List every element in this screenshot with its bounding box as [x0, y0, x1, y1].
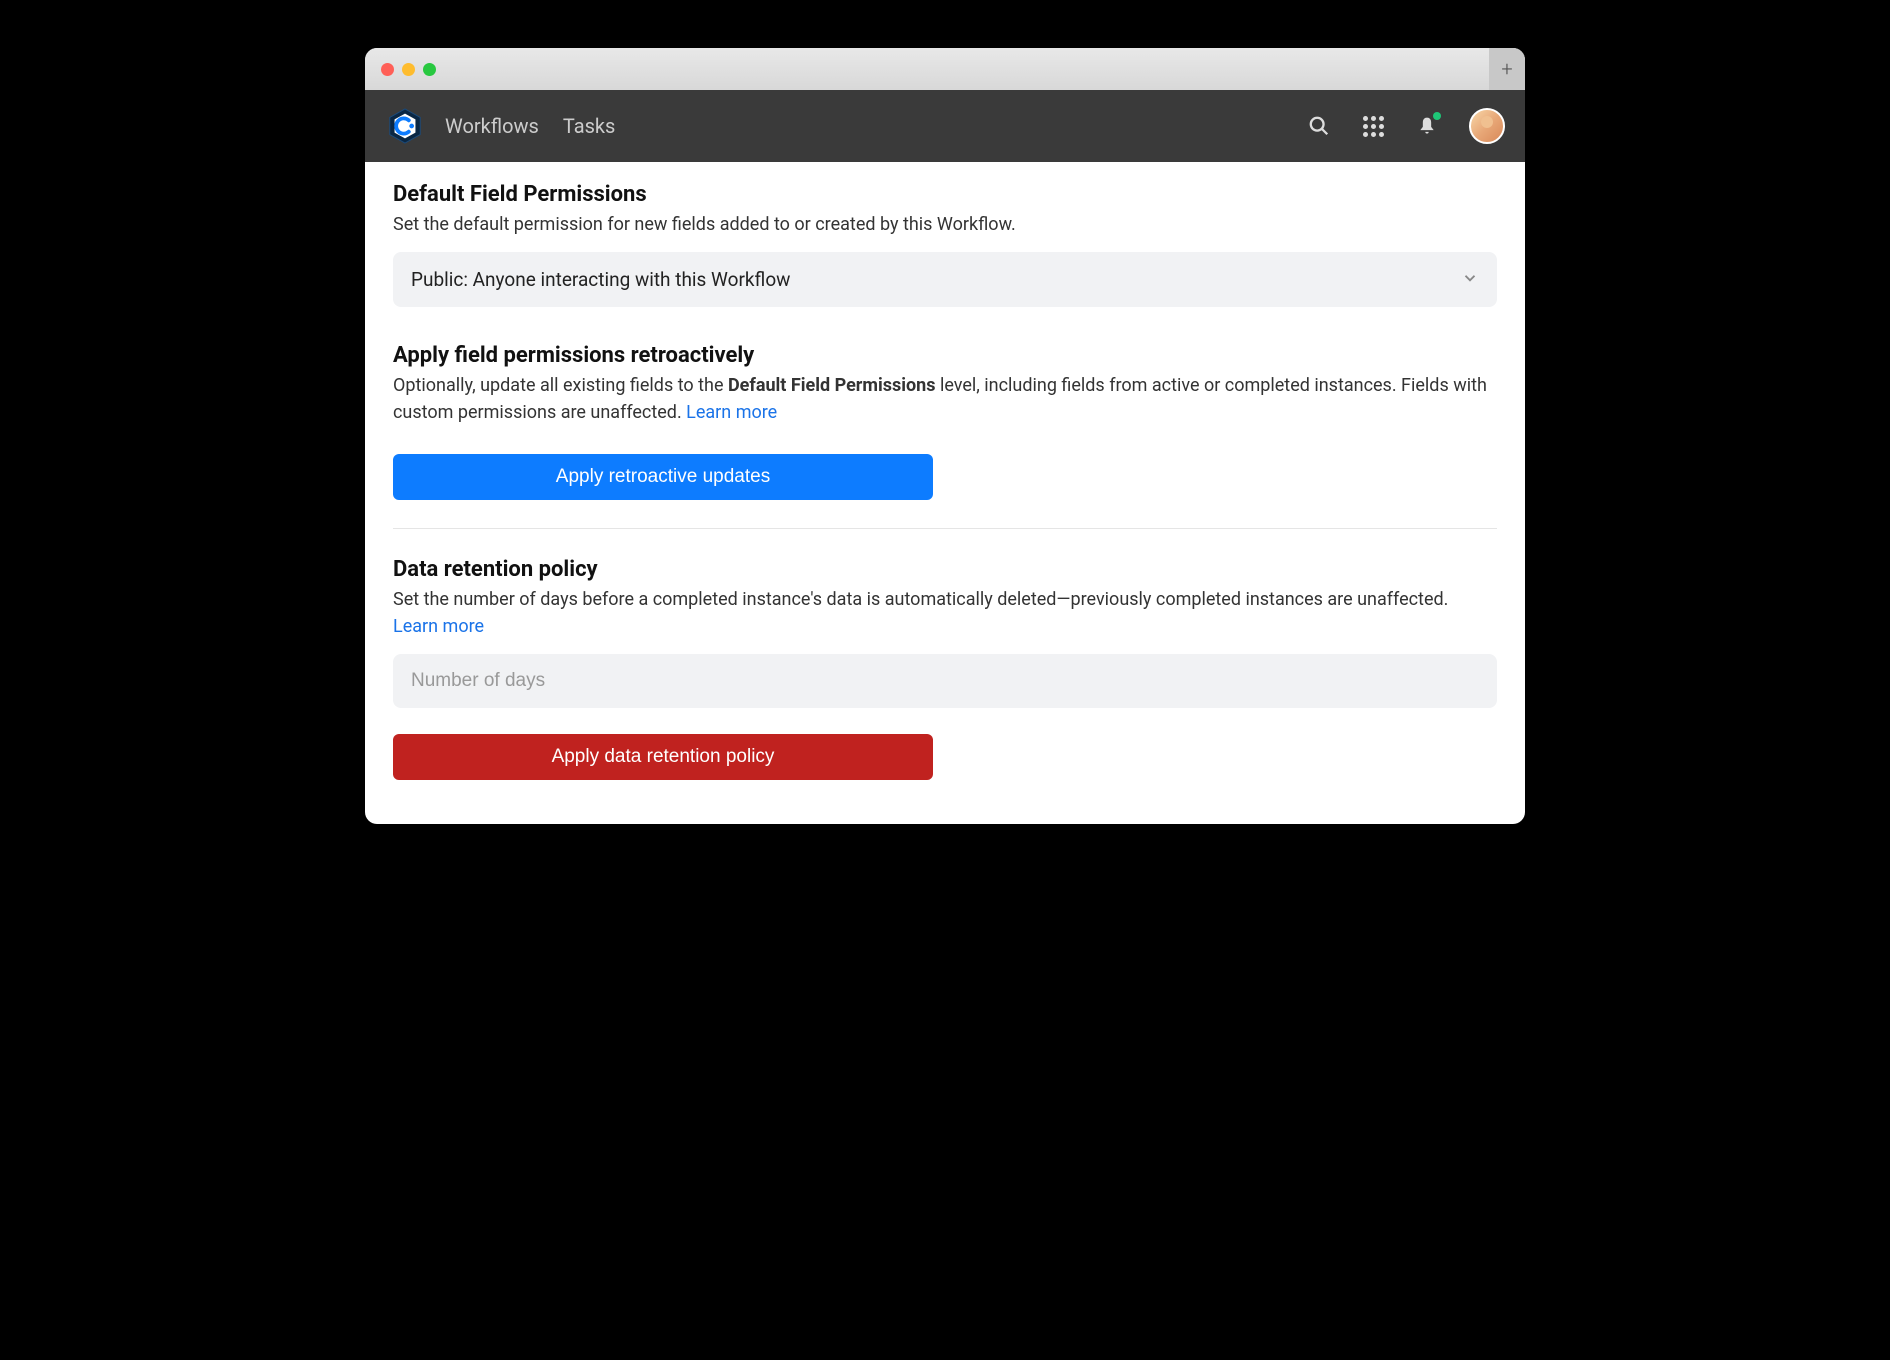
search-icon[interactable] — [1307, 114, 1331, 138]
nav-workflows[interactable]: Workflows — [445, 114, 539, 138]
data-retention-desc: Set the number of days before a complete… — [393, 586, 1497, 640]
window-titlebar: + — [365, 48, 1525, 90]
apply-retroactive-button[interactable]: Apply retroactive updates — [393, 454, 933, 500]
data-retention-title: Data retention policy — [393, 557, 1497, 582]
permissions-dropdown[interactable]: Public: Anyone interacting with this Wor… — [393, 252, 1497, 307]
nav-tasks[interactable]: Tasks — [563, 114, 616, 138]
retention-days-input[interactable] — [393, 654, 1497, 708]
apply-retro-title: Apply field permissions retroactively — [393, 343, 1497, 368]
window-maximize-button[interactable] — [423, 63, 436, 76]
main-content: Default Field Permissions Set the defaul… — [365, 162, 1525, 824]
default-permissions-desc: Set the default permission for new field… — [393, 211, 1497, 238]
apps-grid-icon[interactable] — [1361, 114, 1385, 138]
apply-retention-button[interactable]: Apply data retention policy — [393, 734, 933, 780]
notification-badge — [1433, 112, 1441, 120]
app-window: + Workflows Tasks — [365, 48, 1525, 824]
apply-retro-learn-more-link[interactable]: Learn more — [686, 402, 777, 423]
chevron-down-icon — [1461, 269, 1479, 291]
default-permissions-title: Default Field Permissions — [393, 182, 1497, 207]
apply-retro-desc-prefix: Optionally, update all existing fields t… — [393, 375, 728, 396]
header-icons — [1307, 108, 1505, 144]
avatar[interactable] — [1469, 108, 1505, 144]
data-retention-desc-text: Set the number of days before a complete… — [393, 589, 1448, 610]
app-header: Workflows Tasks — [365, 90, 1525, 162]
notifications-icon[interactable] — [1415, 114, 1439, 138]
nav-links: Workflows Tasks — [445, 114, 615, 138]
permissions-dropdown-value: Public: Anyone interacting with this Wor… — [411, 268, 790, 291]
apply-retro-section: Apply field permissions retroactively Op… — [393, 343, 1497, 500]
default-permissions-section: Default Field Permissions Set the defaul… — [393, 182, 1497, 307]
traffic-lights — [381, 63, 436, 76]
window-close-button[interactable] — [381, 63, 394, 76]
app-logo-icon[interactable] — [385, 106, 425, 146]
window-minimize-button[interactable] — [402, 63, 415, 76]
data-retention-section: Data retention policy Set the number of … — [393, 557, 1497, 780]
section-divider — [393, 528, 1497, 529]
new-tab-button[interactable]: + — [1489, 48, 1525, 90]
data-retention-learn-more-link[interactable]: Learn more — [393, 616, 484, 637]
apply-retro-desc: Optionally, update all existing fields t… — [393, 372, 1497, 426]
apply-retro-desc-bold: Default Field Permissions — [728, 375, 936, 396]
